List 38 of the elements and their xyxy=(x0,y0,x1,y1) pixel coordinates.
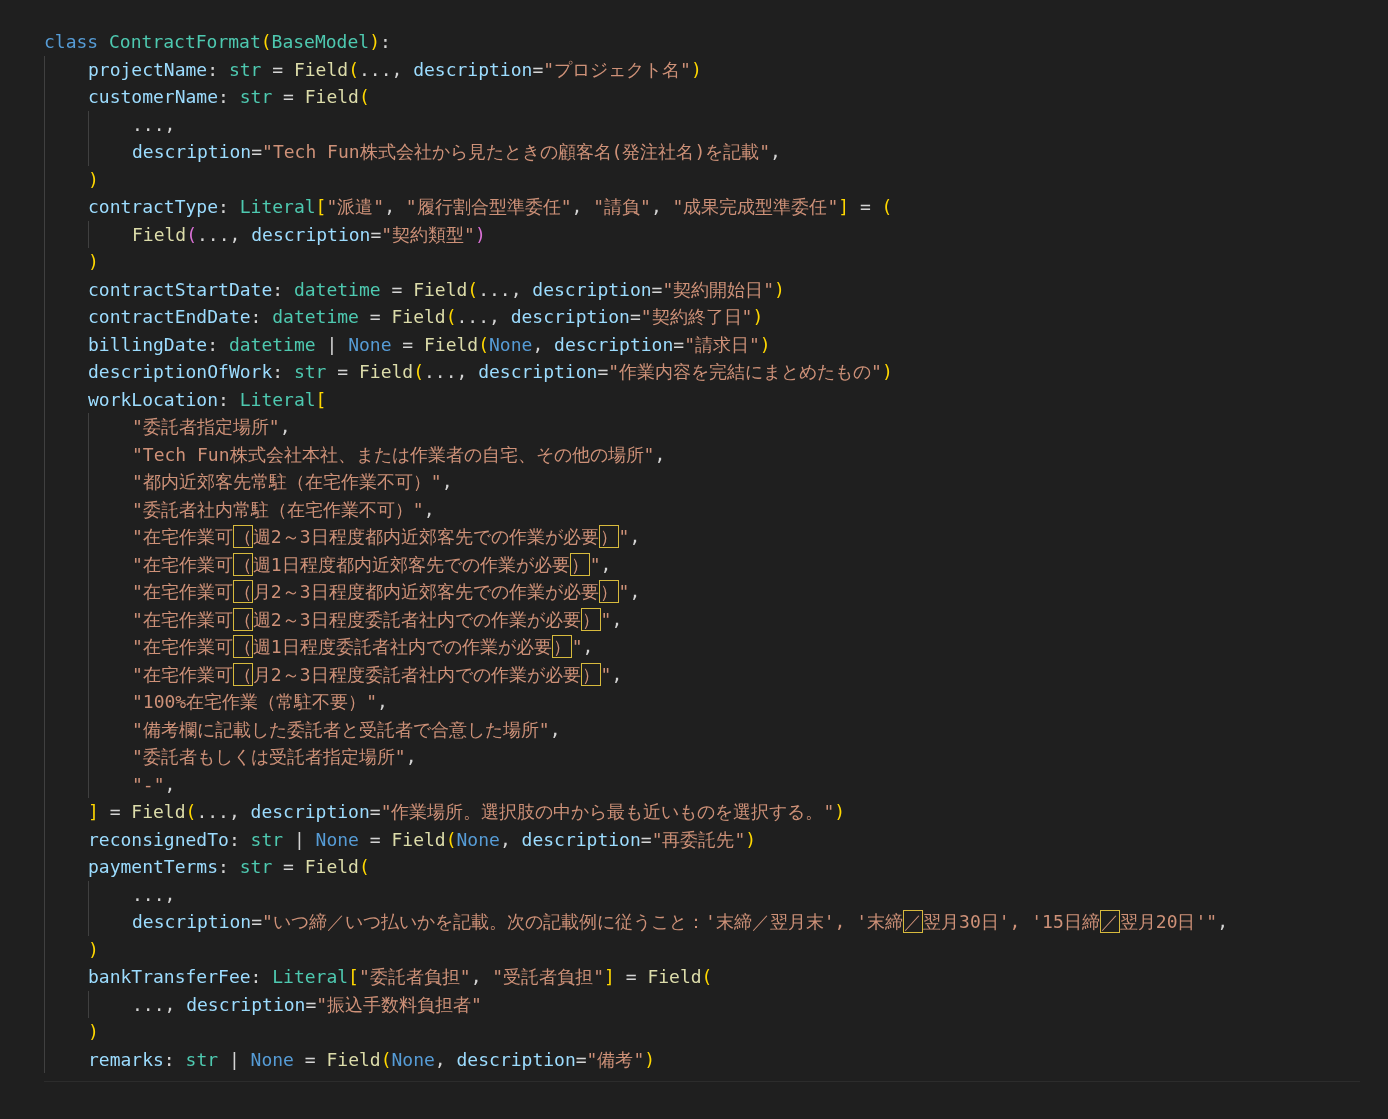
code-line: "在宅作業可（月2～3日程度都内近郊客先での作業が必要）", xyxy=(132,579,641,605)
code-line: ] = Field(..., description="作業場所。選択肢の中から最も近いものを選択する。") xyxy=(88,800,846,824)
code-line: contractEndDate: datetime = Field(..., description="契約終了日") xyxy=(88,305,764,329)
code-line: "委託者社内常駐（在宅作業不可）", xyxy=(132,497,435,522)
code-line: "-", xyxy=(132,772,176,797)
code-line: "都内近郊客先常駐（在宅作業不可）", xyxy=(132,470,453,494)
code-line: ) xyxy=(88,1020,99,1044)
code-line: contractType: Literal["派遣", "履行割合型準委任", "請負", "成果完成型準委任"] = ( xyxy=(88,195,893,219)
code-line: "在宅作業可（月2～3日程度委託者社内での作業が必要）", xyxy=(132,661,623,688)
code-line: workLocation: Literal[ xyxy=(88,387,327,412)
code-line: ) xyxy=(88,167,99,192)
code-line: descriptionOfWork: str = Field(..., description="作業内容を完結にまとめたもの") xyxy=(88,360,893,384)
code-line: ) xyxy=(88,250,99,274)
code-line: "委託者もしくは受託者指定場所", xyxy=(132,745,417,769)
code-line: "在宅作業可（週2～3日程度都内近郊客先での作業が必要）", xyxy=(132,524,641,550)
code-line: ) xyxy=(88,937,99,962)
code-line: ..., xyxy=(132,112,176,137)
code-line: "委託者指定場所", xyxy=(132,415,291,439)
code-line: projectName: str = Field(..., description="プロジェクト名") xyxy=(88,57,702,82)
code-line: reconsignedTo: str | None = Field(None, description="再委託先") xyxy=(88,827,757,852)
code-line: "Tech Fun株式会社本社、または作業者の自宅、その他の場所", xyxy=(132,442,666,467)
code-line: description="いつ締／いつ払いかを記載。次の記載例に従うこと：'末締／翌月末', '末締／翌月30日', '15日締／翌月20日'", xyxy=(132,909,1228,935)
code-line: remarks: str | None = Field(None, description="備考") xyxy=(88,1047,656,1072)
code-line: Field(..., description="契約類型") xyxy=(132,222,486,247)
code-line: paymentTerms: str = Field( xyxy=(88,855,370,879)
code-line: bankTransferFee: Literal["委託者負担", "受託者負担"] = Field( xyxy=(88,965,713,989)
code-line: ..., description="振込手数料負担者" xyxy=(132,992,482,1017)
code-line: "在宅作業可（週1日程度都内近郊客先での作業が必要）", xyxy=(132,551,612,578)
code-line: class ContractFormat(BaseModel): xyxy=(44,30,391,54)
code-line: contractStartDate: datetime = Field(..., description="契約開始日") xyxy=(88,277,785,302)
code-line: description="Tech Fun株式会社から見たときの顧客名(発注社名)を記載", xyxy=(132,140,781,164)
code-line: "備考欄に記載した委託者と受託者で合意した場所", xyxy=(132,717,561,742)
code-line: billingDate: datetime | None = Field(None, description="請求日") xyxy=(88,332,771,357)
code-line: "在宅作業可（週1日程度委託者社内での作業が必要）", xyxy=(132,634,594,660)
code-line: customerName: str = Field( xyxy=(88,85,370,109)
code-line: "在宅作業可（週2～3日程度委託者社内での作業が必要）", xyxy=(132,606,623,633)
code-line: "100%在宅作業（常駐不要）", xyxy=(132,690,388,714)
code-line: ..., xyxy=(132,882,176,907)
